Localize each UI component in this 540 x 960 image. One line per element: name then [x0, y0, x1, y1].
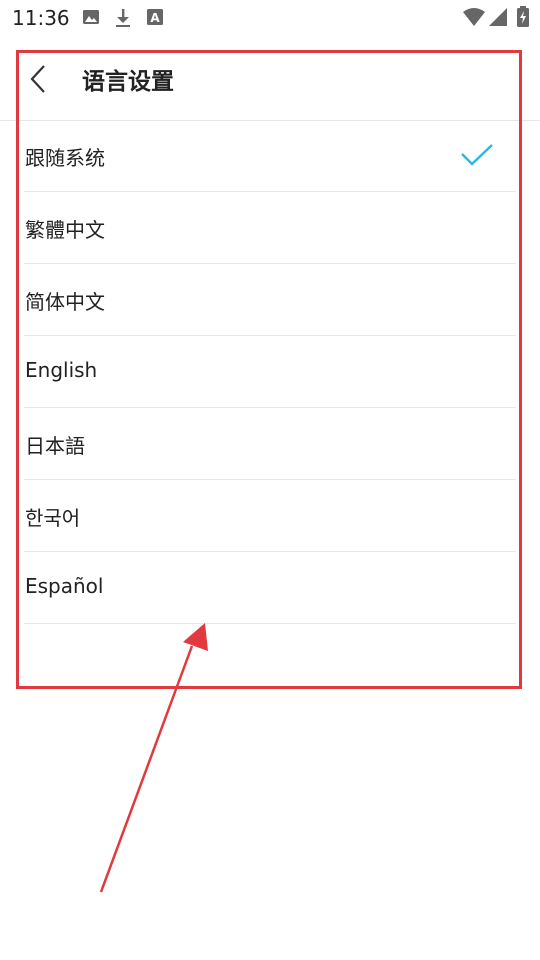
font-a-icon: A	[146, 8, 164, 30]
language-label: English	[25, 358, 98, 382]
download-icon	[114, 8, 132, 32]
list-footer-space	[24, 624, 516, 695]
language-label: 繁體中文	[25, 218, 105, 242]
back-button[interactable]	[24, 60, 56, 100]
language-option-traditional-chinese[interactable]: 繁體中文	[24, 192, 516, 264]
language-option-japanese[interactable]: 日本語	[24, 408, 516, 480]
chevron-left-icon	[30, 65, 45, 93]
language-label: Español	[25, 574, 104, 598]
page-title: 语言设置	[82, 69, 174, 95]
status-bar: 11:36 A	[0, 0, 540, 36]
language-label: 한국어	[25, 506, 81, 530]
language-option-spanish[interactable]: Español	[24, 552, 516, 624]
svg-text:A: A	[150, 11, 160, 25]
language-list: 跟随系统 繁體中文 简体中文 English 日本語 한국어 Español	[0, 120, 540, 695]
signal-icon	[488, 7, 508, 31]
language-option-simplified-chinese[interactable]: 简体中文	[24, 264, 516, 336]
language-label: 简体中文	[25, 290, 105, 314]
language-label: 日本語	[25, 434, 85, 458]
image-icon	[82, 8, 100, 30]
language-option-english[interactable]: English	[24, 336, 516, 408]
language-option-follow-system[interactable]: 跟随系统	[24, 120, 516, 192]
check-icon	[460, 142, 494, 172]
status-time: 11:36	[12, 6, 70, 30]
language-option-korean[interactable]: 한국어	[24, 480, 516, 552]
battery-charging-icon	[516, 6, 530, 32]
app-header: 语言设置	[0, 48, 540, 121]
wifi-icon	[462, 7, 486, 31]
language-label: 跟随系统	[25, 146, 105, 170]
